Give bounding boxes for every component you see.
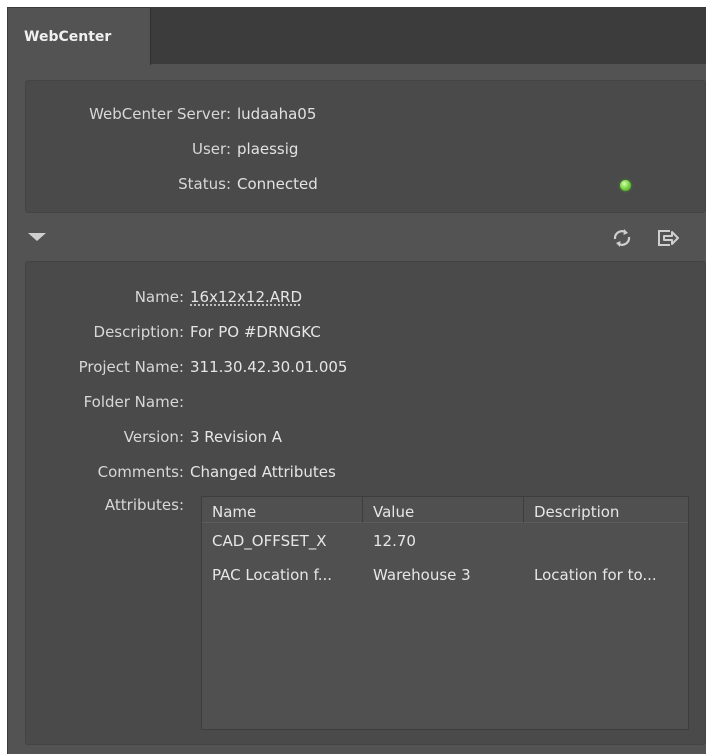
refresh-icon[interactable] bbox=[610, 226, 634, 250]
project-label: Project Name: bbox=[78, 358, 184, 376]
table-cell-name[interactable]: CAD_OFFSET_X bbox=[202, 528, 363, 554]
description-value: For PO #DRNGKC bbox=[190, 323, 321, 341]
comments-value: Changed Attributes bbox=[190, 463, 336, 481]
document-details-box: Name: 16x12x12.ARD Description: For PO #… bbox=[25, 261, 706, 745]
user-value: plaessig bbox=[237, 140, 299, 158]
document-name-link[interactable]: 16x12x12.ARD bbox=[190, 286, 302, 308]
server-row: WebCenter Server: bbox=[26, 104, 231, 124]
version-value: 3 Revision A bbox=[190, 428, 283, 446]
disclosure-triangle-icon[interactable] bbox=[28, 233, 46, 241]
status-value: Connected bbox=[237, 175, 318, 193]
table-cell-description[interactable] bbox=[524, 528, 688, 554]
attributes-table[interactable]: Name Value Description CAD_OFFSET_X 12.7… bbox=[201, 496, 689, 730]
server-label: WebCenter Server: bbox=[89, 105, 231, 123]
tab-webcenter[interactable]: WebCenter bbox=[8, 8, 151, 65]
user-label: User: bbox=[192, 140, 231, 158]
name-label: Name: bbox=[134, 288, 184, 306]
table-cell-name[interactable]: PAC Location f... bbox=[202, 562, 363, 588]
table-cell-value[interactable]: Warehouse 3 bbox=[363, 562, 524, 588]
open-external-icon[interactable] bbox=[656, 226, 680, 250]
attributes-label: Attributes: bbox=[104, 496, 184, 514]
connection-status-icon bbox=[620, 180, 631, 191]
version-label: Version: bbox=[123, 428, 184, 446]
user-row: User: bbox=[26, 139, 231, 159]
tab-bar: WebCenter bbox=[8, 8, 706, 65]
column-header-name[interactable]: Name bbox=[202, 497, 363, 523]
server-value: ludaaha05 bbox=[237, 105, 317, 123]
table-cell-description[interactable]: Location for to... bbox=[524, 562, 688, 588]
comments-label: Comments: bbox=[97, 463, 184, 481]
server-info-box: WebCenter Server: ludaaha05 User: plaess… bbox=[25, 80, 706, 213]
description-label: Description: bbox=[93, 323, 184, 341]
details-toolbar bbox=[8, 218, 706, 258]
column-header-description[interactable]: Description bbox=[524, 497, 688, 523]
webcenter-panel: WebCenter WebCenter Server: ludaaha05 Us… bbox=[7, 7, 706, 754]
status-row: Status: bbox=[26, 174, 231, 194]
project-value: 311.30.42.30.01.005 bbox=[190, 358, 348, 376]
column-header-value[interactable]: Value bbox=[363, 497, 524, 523]
table-cell-value[interactable]: 12.70 bbox=[363, 528, 524, 554]
folder-label: Folder Name: bbox=[83, 393, 184, 411]
status-label: Status: bbox=[178, 175, 231, 193]
